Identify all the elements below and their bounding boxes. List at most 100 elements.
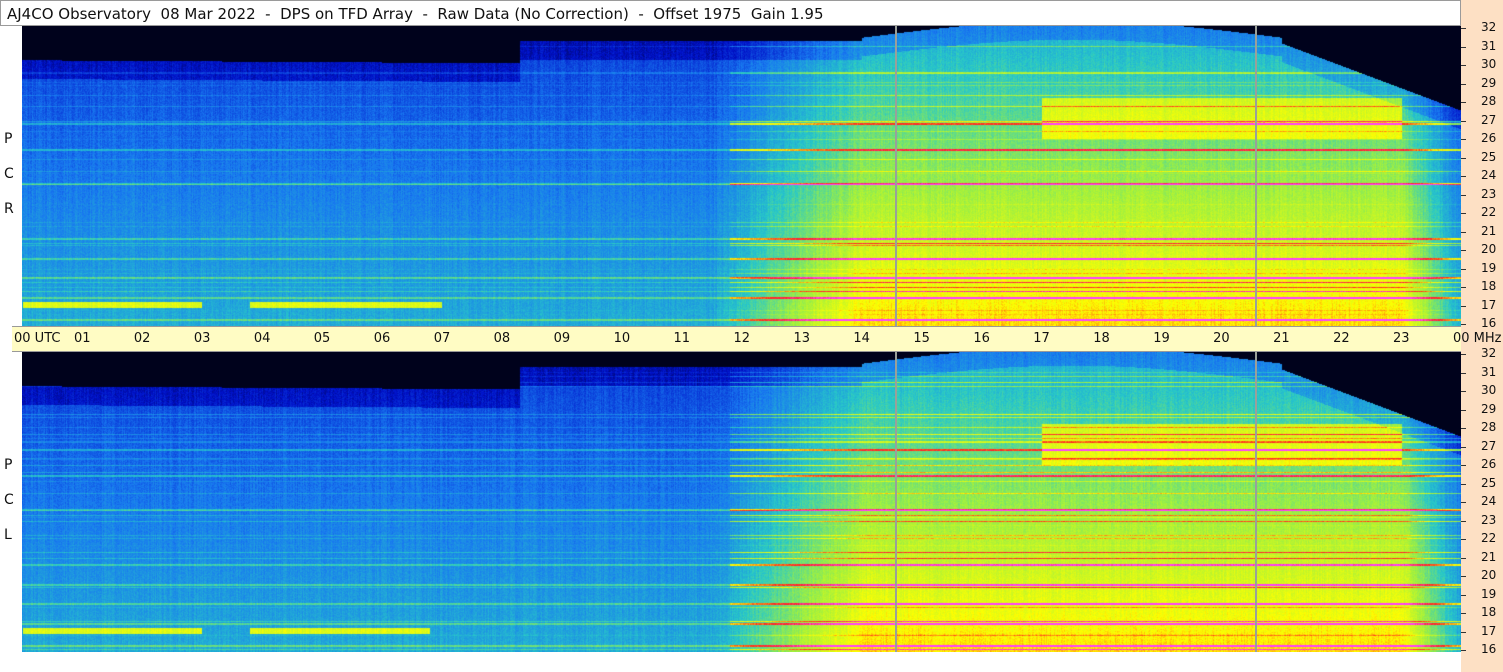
time-tick-label: 09	[553, 331, 571, 346]
freq-tick-mark	[1461, 502, 1466, 503]
freq-tick-label: 23	[1481, 186, 1497, 201]
freq-tick-mark	[1461, 446, 1466, 448]
time-tick-label: 13	[793, 331, 810, 346]
freq-tick-mark	[1461, 102, 1466, 103]
freq-tick-mark	[1461, 483, 1466, 485]
time-marker-line	[1254, 352, 1257, 652]
freq-tick-label: 24	[1481, 168, 1497, 182]
freq-tick-mark	[1461, 409, 1466, 411]
freq-tick-mark	[1461, 576, 1466, 577]
freq-tick-label: 31	[1481, 38, 1497, 53]
freq-tick-label: 29	[1481, 75, 1497, 90]
freq-tick-label: 20	[1481, 242, 1497, 256]
freq-tick-mark	[1461, 613, 1466, 614]
freq-tick-mark	[1461, 372, 1466, 374]
time-tick-label: 04	[253, 331, 271, 346]
freq-tick-label: 17	[1481, 623, 1497, 638]
time-tick-label: 01	[73, 331, 91, 346]
freq-tick-mark	[1461, 391, 1466, 392]
freq-tick-label: 22	[1481, 205, 1497, 219]
freq-tick-mark	[1461, 465, 1466, 466]
freq-tick-label: 18	[1481, 279, 1497, 293]
time-tick-label: 22	[1333, 331, 1350, 346]
freq-tick-mark	[1461, 250, 1466, 251]
rcp-spectrogram	[22, 26, 1461, 326]
time-tick-label: 12	[733, 331, 751, 346]
freq-tick-label: 16	[1481, 316, 1497, 330]
freq-tick-mark	[1461, 231, 1466, 233]
freq-tick-label: 26	[1481, 457, 1497, 471]
freq-tick-label: 21	[1481, 223, 1497, 238]
freq-tick-mark	[1461, 324, 1466, 325]
freq-tick-label: 25	[1481, 475, 1497, 490]
time-tick-label: 06	[373, 331, 391, 346]
rcp-heatmap-canvas	[22, 26, 1461, 326]
freq-tick-label: 18	[1481, 605, 1497, 619]
time-tick-label: 11	[673, 331, 691, 346]
freq-tick-mark	[1461, 213, 1466, 214]
time-tick-label: 21	[1273, 331, 1290, 346]
time-tick-label: 00 UTC	[14, 331, 61, 346]
freq-tick-mark	[1461, 65, 1466, 66]
time-tick-label: 16	[973, 331, 990, 346]
freq-tick-mark	[1461, 176, 1466, 177]
time-marker-line	[895, 352, 898, 652]
freq-tick-label: 28	[1481, 94, 1497, 108]
time-tick-label: 05	[313, 331, 331, 346]
freq-tick-label: 19	[1481, 586, 1497, 601]
lcp-heatmap-canvas	[22, 352, 1461, 652]
freq-tick-mark	[1461, 46, 1466, 48]
time-tick-label: 10	[613, 331, 631, 346]
time-tick-label: 00 MHz	[1453, 331, 1502, 346]
freq-tick-label: 30	[1481, 57, 1497, 71]
time-marker-line	[1254, 26, 1257, 326]
freq-tick-label: 28	[1481, 420, 1497, 434]
freq-tick-mark	[1461, 354, 1466, 355]
rcp-side-label: P C R	[0, 26, 20, 326]
rcp-letter-p: P	[4, 131, 13, 147]
freq-tick-label: 32	[1481, 20, 1497, 34]
time-tick-label: 17	[1033, 331, 1050, 346]
freq-tick-mark	[1461, 268, 1466, 270]
freq-tick-label: 27	[1481, 438, 1497, 453]
time-tick-label: 23	[1393, 331, 1410, 346]
freq-tick-label: 31	[1481, 364, 1497, 379]
time-tick-label: 07	[433, 331, 451, 346]
freq-tick-mark	[1461, 594, 1466, 596]
time-tick-label: 02	[133, 331, 151, 346]
freq-tick-label: 17	[1481, 297, 1497, 312]
lcp-letter-l: L	[4, 527, 12, 543]
freq-tick-label: 29	[1481, 401, 1497, 416]
time-axis: 00 UTC 01 02 03 04 05 06 07 08 09 10 11 12 13 14 15 16 17…	[12, 326, 1502, 352]
rcp-letter-r: R	[4, 201, 14, 217]
freq-tick-label: 27	[1481, 112, 1497, 127]
title-bar: AJ4CO Observatory 08 Mar 2022 - DPS on T…	[0, 0, 1461, 26]
time-tick-label: 14	[853, 331, 870, 346]
freq-tick-label: 20	[1481, 568, 1497, 582]
time-tick-label: 18	[1093, 331, 1110, 346]
lcp-frequency-axis: 32 31 30 29 28 27 26 25 24 23 22 21 20 19 18 17 16	[1461, 346, 1503, 656]
lcp-letter-c: C	[4, 492, 14, 508]
freq-tick-label: 23	[1481, 512, 1497, 527]
freq-tick-mark	[1461, 539, 1466, 540]
freq-tick-mark	[1461, 305, 1466, 307]
time-tick-label: 08	[493, 331, 511, 346]
lcp-spectrogram	[22, 352, 1461, 652]
freq-tick-label: 19	[1481, 260, 1497, 275]
rcp-frequency-axis: 32 31 30 29 28 27 26 25 24 23 22 21 20 19 18 17 16	[1461, 20, 1503, 330]
freq-tick-label: 22	[1481, 531, 1497, 545]
freq-tick-mark	[1461, 139, 1466, 140]
freq-tick-mark	[1461, 631, 1466, 633]
freq-tick-mark	[1461, 428, 1466, 429]
freq-tick-mark	[1461, 287, 1466, 288]
freq-tick-mark	[1461, 650, 1466, 651]
time-tick-label: 20	[1213, 331, 1230, 346]
time-tick-label: 19	[1153, 331, 1170, 346]
lcp-side-label: P C L	[0, 352, 20, 652]
freq-tick-mark	[1461, 157, 1466, 159]
freq-tick-mark	[1461, 520, 1466, 522]
freq-tick-mark	[1461, 194, 1466, 196]
time-tick-label: 15	[913, 331, 930, 346]
lcp-letter-p: P	[4, 457, 13, 473]
chart-title: AJ4CO Observatory 08 Mar 2022 - DPS on T…	[7, 5, 824, 23]
